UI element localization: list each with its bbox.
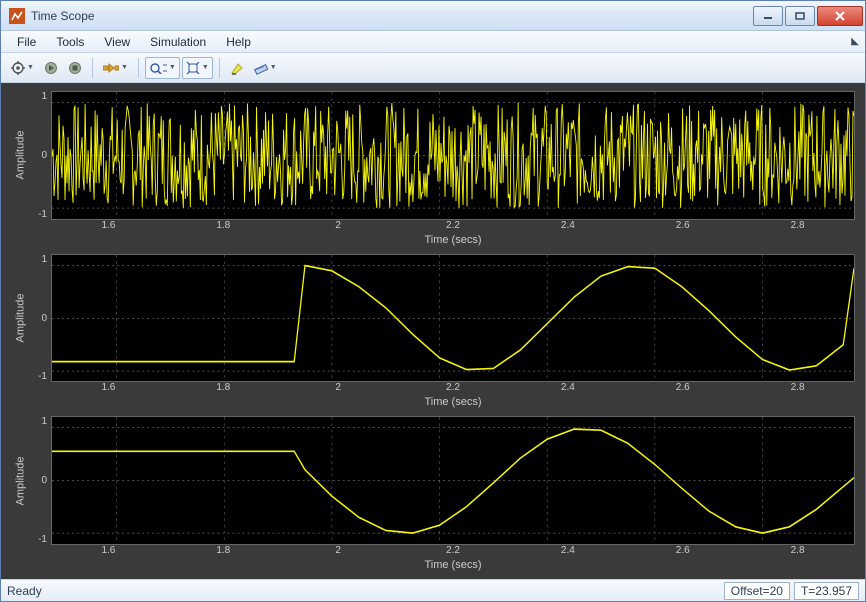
zoom-icon: [149, 62, 167, 74]
subplot-2: Amplitude 10-1 1.61.822.22.42.62.8 Time …: [11, 254, 855, 411]
yticks-2: 10-1: [29, 254, 51, 383]
xticks-2: 1.61.822.22.42.62.8: [11, 382, 855, 396]
maximize-button[interactable]: [785, 6, 815, 26]
config-button[interactable]: ▼: [7, 57, 38, 79]
plot-area: Amplitude 10-1 1.61.822.22.42.62.8 Time …: [1, 83, 865, 579]
chevron-down-icon: ▼: [270, 64, 277, 71]
ylabel-2: Amplitude: [14, 294, 26, 343]
xticks-3: 1.61.822.22.42.62.8: [11, 545, 855, 559]
axes-3[interactable]: [51, 416, 855, 545]
ylabel-3: Amplitude: [14, 456, 26, 505]
menubar: File Tools View Simulation Help ◣: [1, 31, 865, 53]
toolbar: ▼ ▼ ▼ ▼ ▼: [1, 53, 865, 83]
menu-tools[interactable]: Tools: [46, 33, 94, 51]
menu-collapse-icon[interactable]: ◣: [851, 36, 859, 47]
ylabel-1: Amplitude: [14, 131, 26, 180]
highlight-button[interactable]: [226, 57, 248, 79]
stop-icon: [69, 62, 81, 74]
play-button[interactable]: [40, 57, 62, 79]
app-icon: [9, 8, 25, 24]
chevron-down-icon: ▼: [202, 64, 209, 71]
menu-simulation[interactable]: Simulation: [140, 33, 216, 51]
status-time: T=23.957: [794, 582, 859, 600]
step-button[interactable]: ▼: [99, 57, 132, 79]
xticks-1: 1.61.822.22.42.62.8: [11, 220, 855, 234]
subplot-3: Amplitude 10-1 1.61.822.22.42.62.8 Time …: [11, 416, 855, 573]
fit-icon: [186, 61, 200, 75]
chevron-down-icon: ▼: [27, 64, 34, 71]
menu-help[interactable]: Help: [216, 33, 261, 51]
status-ready: Ready: [7, 584, 42, 598]
main-window: Time Scope File Tools View Simulation He…: [0, 0, 866, 602]
yticks-3: 10-1: [29, 416, 51, 545]
xlabel-3: Time (secs): [11, 559, 855, 573]
play-icon: [45, 62, 57, 74]
gear-icon: [11, 61, 25, 75]
close-button[interactable]: [817, 6, 863, 26]
stop-button[interactable]: [64, 57, 86, 79]
highlight-icon: [230, 61, 244, 75]
measure-icon: [254, 61, 268, 75]
status-offset: Offset=20: [724, 582, 790, 600]
axes-2[interactable]: [51, 254, 855, 383]
menu-view[interactable]: View: [94, 33, 140, 51]
subplot-1: Amplitude 10-1 1.61.822.22.42.62.8 Time …: [11, 91, 855, 248]
step-icon: [103, 62, 119, 74]
minimize-button[interactable]: [753, 6, 783, 26]
titlebar: Time Scope: [1, 1, 865, 31]
yticks-1: 10-1: [29, 91, 51, 220]
fit-button[interactable]: ▼: [182, 57, 213, 79]
menu-file[interactable]: File: [7, 33, 46, 51]
measure-button[interactable]: ▼: [250, 57, 281, 79]
axes-1[interactable]: [51, 91, 855, 220]
statusbar: Ready Offset=20 T=23.957: [1, 579, 865, 601]
xlabel-1: Time (secs): [11, 234, 855, 248]
chevron-down-icon: ▼: [169, 64, 176, 71]
zoom-button[interactable]: ▼: [145, 57, 180, 79]
chevron-down-icon: ▼: [121, 64, 128, 71]
window-title: Time Scope: [31, 9, 753, 23]
xlabel-2: Time (secs): [11, 396, 855, 410]
